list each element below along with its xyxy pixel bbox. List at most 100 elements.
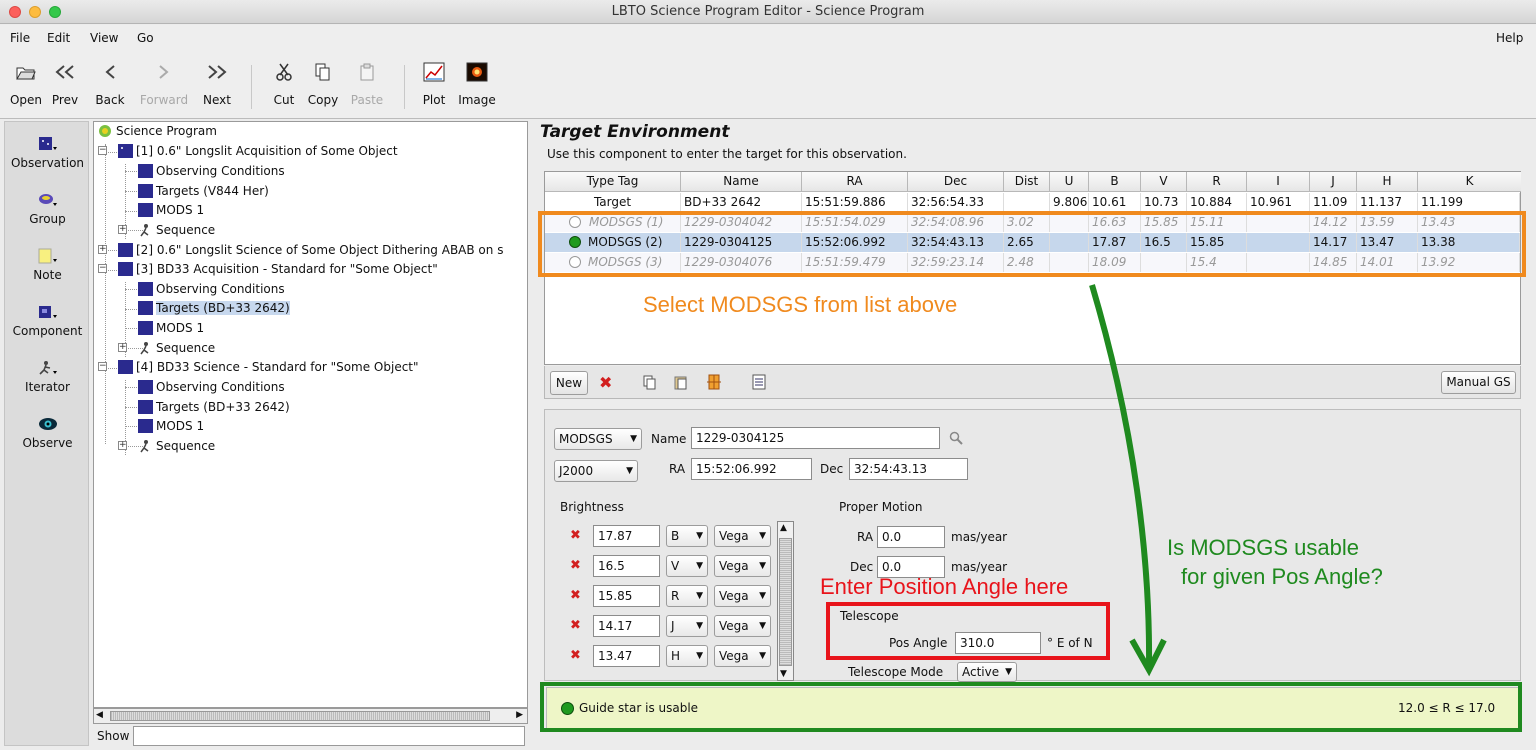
palette-observe[interactable]: Observe bbox=[5, 412, 90, 450]
manual-gs-button[interactable]: Manual GS bbox=[1441, 371, 1516, 394]
duplicate-icon[interactable] bbox=[706, 374, 722, 393]
tree-obs3-instrument[interactable]: MODS 1 bbox=[138, 319, 204, 338]
palette-group[interactable]: Group bbox=[5, 188, 90, 226]
tree-obs1-conditions[interactable]: Observing Conditions bbox=[138, 162, 285, 181]
copy-button[interactable]: Copy bbox=[302, 57, 344, 115]
scroll-left-icon[interactable]: ◀ bbox=[96, 710, 103, 720]
image-button[interactable]: Image bbox=[455, 57, 499, 115]
target-type-select[interactable]: MODSGS ▼ bbox=[554, 428, 642, 450]
menu-edit[interactable]: Edit bbox=[47, 31, 70, 45]
scroll-right-icon[interactable]: ▶ bbox=[516, 710, 523, 720]
system-select[interactable]: Vega ▼ bbox=[714, 525, 771, 547]
col-header[interactable]: H bbox=[1357, 172, 1418, 192]
forward-button[interactable]: Forward bbox=[136, 57, 192, 115]
expand-toggle[interactable]: + bbox=[118, 225, 127, 234]
menu-go[interactable]: Go bbox=[137, 31, 154, 45]
open-button[interactable]: Open bbox=[3, 57, 49, 115]
tree-obs3-conditions[interactable]: Observing Conditions bbox=[138, 280, 285, 299]
name-field[interactable]: 1229-0304125 bbox=[691, 427, 940, 449]
palette-iterator[interactable]: Iterator bbox=[5, 356, 90, 394]
paste-icon[interactable] bbox=[674, 375, 688, 393]
collapse-toggle[interactable]: − bbox=[98, 362, 107, 371]
table-row[interactable]: Target BD+33 2642 15:51:59.886 32:56:54.… bbox=[545, 193, 1520, 212]
copy-icon[interactable] bbox=[643, 375, 657, 393]
prev-button[interactable]: Prev bbox=[45, 57, 85, 115]
col-header[interactable]: K bbox=[1418, 172, 1521, 192]
new-target-button[interactable]: New bbox=[550, 371, 588, 395]
magnitude-field[interactable]: 16.5 bbox=[593, 555, 660, 577]
cut-button[interactable]: Cut bbox=[262, 57, 306, 115]
col-header[interactable]: R bbox=[1187, 172, 1247, 192]
magnitude-field[interactable]: 15.85 bbox=[593, 585, 660, 607]
back-button[interactable]: Back bbox=[88, 57, 132, 115]
col-header[interactable]: Type Tag bbox=[545, 172, 681, 192]
tree-obs4-conditions[interactable]: Observing Conditions bbox=[138, 378, 285, 397]
col-header[interactable]: Dec bbox=[908, 172, 1004, 192]
delete-icon[interactable]: ✖ bbox=[599, 373, 612, 392]
band-select[interactable]: R ▼ bbox=[666, 585, 708, 607]
menu-help[interactable]: Help bbox=[1496, 31, 1523, 45]
col-header[interactable]: J bbox=[1310, 172, 1357, 192]
tree-root[interactable]: Science Program bbox=[98, 122, 217, 141]
tree-horizontal-scrollbar[interactable]: ◀ ▶ bbox=[93, 708, 528, 724]
band-select[interactable]: B ▼ bbox=[666, 525, 708, 547]
tree-obs4[interactable]: − [4] BD33 Science - Standard for "Some O… bbox=[98, 358, 419, 377]
tree-obs4-instrument[interactable]: MODS 1 bbox=[138, 417, 204, 436]
telescope-mode-select[interactable]: Active ▼ bbox=[957, 662, 1017, 682]
tree-obs3[interactable]: − [3] BD33 Acquisition - Standard for "So… bbox=[98, 260, 438, 279]
remove-magnitude-icon[interactable]: ✖ bbox=[570, 648, 581, 663]
menu-view[interactable]: View bbox=[90, 31, 118, 45]
tree-obs3-sequence[interactable]: + Sequence bbox=[118, 339, 215, 358]
col-header[interactable]: RA bbox=[802, 172, 908, 192]
col-header[interactable]: U bbox=[1050, 172, 1089, 192]
col-header[interactable]: B bbox=[1089, 172, 1141, 192]
pm-ra-field[interactable]: 0.0 bbox=[877, 526, 945, 548]
palette-component[interactable]: Component bbox=[5, 300, 90, 338]
palette-observation[interactable]: Observation bbox=[5, 132, 90, 170]
col-header[interactable]: V bbox=[1141, 172, 1187, 192]
scroll-up-icon[interactable]: ▲ bbox=[780, 523, 787, 533]
collapse-toggle[interactable]: − bbox=[98, 264, 107, 273]
system-select[interactable]: Vega ▼ bbox=[714, 645, 771, 667]
next-button[interactable]: Next bbox=[196, 57, 238, 115]
plot-button[interactable]: Plot bbox=[413, 57, 455, 115]
system-select[interactable]: Vega ▼ bbox=[714, 585, 771, 607]
close-window-button[interactable] bbox=[9, 6, 21, 18]
tree-obs1[interactable]: − [1] 0.6" Longslit Acquisition of Some O… bbox=[98, 142, 398, 161]
remove-magnitude-icon[interactable]: ✖ bbox=[570, 528, 581, 543]
col-header[interactable]: I bbox=[1247, 172, 1310, 192]
scroll-thumb[interactable] bbox=[110, 711, 490, 721]
band-select[interactable]: H ▼ bbox=[666, 645, 708, 667]
scroll-down-icon[interactable]: ▼ bbox=[780, 669, 787, 679]
remove-magnitude-icon[interactable]: ✖ bbox=[570, 588, 581, 603]
tree-obs1-instrument[interactable]: MODS 1 bbox=[138, 201, 204, 220]
collapse-toggle[interactable]: − bbox=[98, 146, 107, 155]
remove-magnitude-icon[interactable]: ✖ bbox=[570, 558, 581, 573]
minimize-window-button[interactable] bbox=[29, 6, 41, 18]
list-icon[interactable] bbox=[752, 374, 766, 393]
band-select[interactable]: J ▼ bbox=[666, 615, 708, 637]
scroll-thumb[interactable] bbox=[779, 538, 792, 666]
palette-note[interactable]: Note bbox=[5, 244, 90, 282]
magnitude-field[interactable]: 17.87 bbox=[593, 525, 660, 547]
tree-obs4-targets[interactable]: Targets (BD+33 2642) bbox=[138, 398, 290, 417]
ra-field[interactable]: 15:52:06.992 bbox=[691, 458, 812, 480]
maximize-window-button[interactable] bbox=[49, 6, 61, 18]
tree-obs1-sequence[interactable]: + Sequence bbox=[118, 221, 215, 240]
show-filter-input[interactable] bbox=[133, 726, 525, 746]
expand-toggle[interactable]: + bbox=[118, 441, 127, 450]
band-select[interactable]: V ▼ bbox=[666, 555, 708, 577]
tree-obs3-targets-selected[interactable]: Targets (BD+33 2642) bbox=[138, 299, 290, 318]
remove-magnitude-icon[interactable]: ✖ bbox=[570, 618, 581, 633]
col-header[interactable]: Name bbox=[681, 172, 802, 192]
brightness-scrollbar[interactable]: ▲ ▼ bbox=[777, 521, 794, 681]
paste-button[interactable]: Paste bbox=[345, 57, 389, 115]
magnitude-field[interactable]: 14.17 bbox=[593, 615, 660, 637]
menu-file[interactable]: File bbox=[10, 31, 30, 45]
dec-field[interactable]: 32:54:43.13 bbox=[849, 458, 968, 480]
tree-obs1-targets[interactable]: Targets (V844 Her) bbox=[138, 182, 269, 201]
col-header[interactable]: Dist bbox=[1004, 172, 1050, 192]
expand-toggle[interactable]: + bbox=[98, 245, 107, 254]
expand-toggle[interactable]: + bbox=[118, 343, 127, 352]
epoch-select[interactable]: J2000 ▼ bbox=[554, 460, 638, 482]
